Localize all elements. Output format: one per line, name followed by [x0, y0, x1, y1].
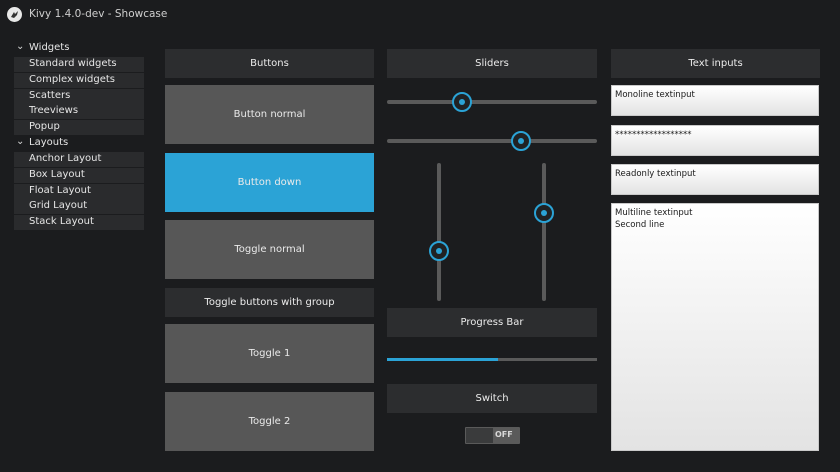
- slider-knob[interactable]: [534, 203, 554, 224]
- multiline-line-1: Multiline textinput: [615, 208, 693, 218]
- toggle-group-header: Toggle buttons with group: [165, 288, 374, 317]
- tree-item-standard-widgets[interactable]: Standard widgets: [14, 57, 144, 72]
- multiline-textinput[interactable]: Multiline textinput Second line: [611, 203, 819, 451]
- sliders-header: Sliders: [387, 49, 597, 78]
- switch-toggle[interactable]: OFF: [465, 427, 520, 444]
- slider-track[interactable]: [387, 100, 597, 104]
- password-text: ******************: [615, 130, 692, 140]
- vertical-slider-1[interactable]: [429, 163, 449, 301]
- tree-item-float-layout[interactable]: Float Layout: [14, 184, 144, 199]
- switch-state-label: OFF: [495, 430, 513, 439]
- chevron-down-icon[interactable]: ⌄: [16, 136, 24, 147]
- button-down[interactable]: Button down: [165, 153, 374, 212]
- tree-group-layouts[interactable]: ⌄ Layouts: [14, 136, 144, 152]
- button-normal[interactable]: Button normal: [165, 85, 374, 144]
- readonly-textinput: Readonly textinput: [611, 164, 819, 195]
- toggle-normal-button[interactable]: Toggle normal: [165, 220, 374, 279]
- tree-item-grid-layout[interactable]: Grid Layout: [14, 199, 144, 214]
- password-textinput[interactable]: ******************: [611, 125, 819, 156]
- vertical-slider-2[interactable]: [534, 163, 554, 301]
- tree-group-widgets[interactable]: ⌄ Widgets: [14, 41, 144, 57]
- tree-item-stack-layout[interactable]: Stack Layout: [14, 215, 144, 230]
- tree-item-box-layout[interactable]: Box Layout: [14, 168, 144, 183]
- buttons-header: Buttons: [165, 49, 374, 78]
- toggle-2-button[interactable]: Toggle 2: [165, 392, 374, 451]
- slider-track[interactable]: [387, 139, 597, 143]
- window-title: Kivy 1.4.0-dev - Showcase: [29, 8, 168, 20]
- switch-header: Switch: [387, 384, 597, 413]
- horizontal-slider-2[interactable]: [387, 130, 597, 152]
- readonly-text: Readonly textinput: [615, 169, 696, 179]
- toggle-1-button[interactable]: Toggle 1: [165, 324, 374, 383]
- chevron-down-icon[interactable]: ⌄: [16, 41, 24, 52]
- slider-knob[interactable]: [510, 131, 531, 151]
- slider-knob[interactable]: [451, 92, 472, 112]
- progress-bar-header: Progress Bar: [387, 308, 597, 337]
- tree-item-scatters[interactable]: Scatters: [14, 89, 144, 104]
- slider-track[interactable]: [542, 163, 546, 301]
- title-bar: Kivy 1.4.0-dev - Showcase: [0, 0, 840, 30]
- tree-item-complex-widgets[interactable]: Complex widgets: [14, 73, 144, 88]
- tree-item-treeviews[interactable]: Treeviews: [14, 104, 144, 119]
- slider-knob[interactable]: [429, 240, 449, 261]
- monoline-textinput[interactable]: Monoline textinput: [611, 85, 819, 116]
- monoline-text: Monoline textinput: [615, 90, 695, 100]
- progress-bar: [387, 358, 597, 361]
- multiline-line-2: Second line: [615, 220, 665, 230]
- tree-item-popup[interactable]: Popup: [14, 120, 144, 135]
- text-inputs-header: Text inputs: [611, 49, 820, 78]
- kivy-logo-icon: [7, 7, 22, 22]
- progress-fill: [387, 358, 499, 361]
- horizontal-slider-1[interactable]: [387, 91, 597, 113]
- slider-track[interactable]: [437, 163, 441, 301]
- tree-item-anchor-layout[interactable]: Anchor Layout: [14, 152, 144, 167]
- switch-thumb[interactable]: [466, 428, 493, 443]
